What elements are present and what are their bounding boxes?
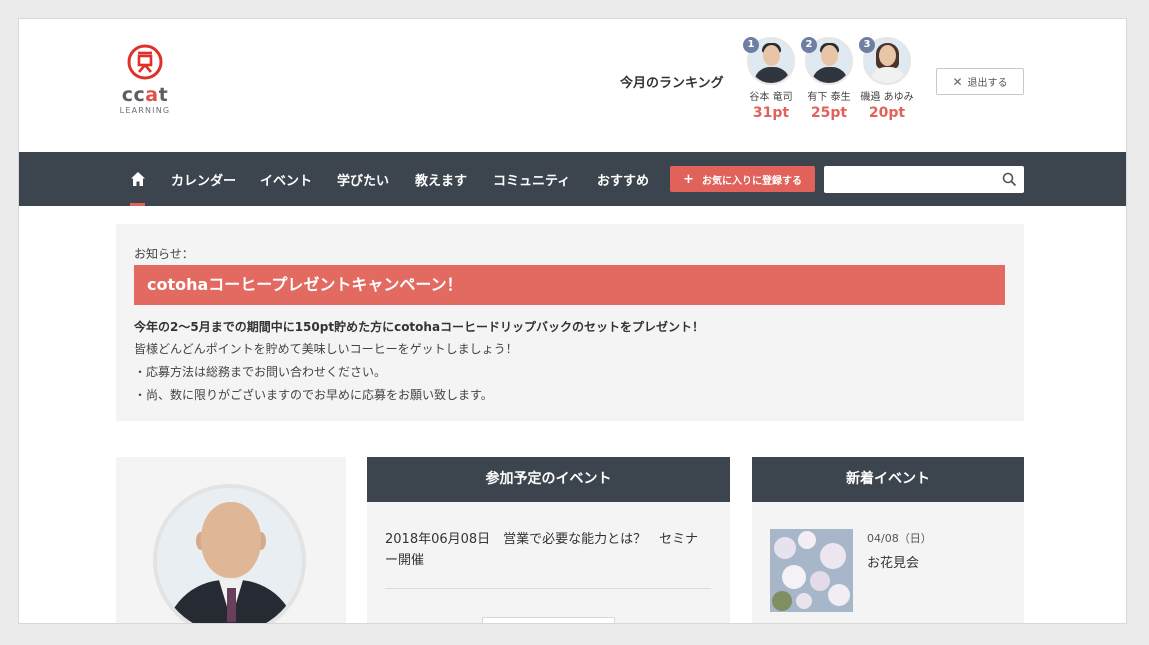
main-nav: カレンダー イベント 学びたい 教えます コミュニティ おすすめ + お気に入り… bbox=[19, 152, 1126, 206]
upcoming-events-panel: 参加予定のイベント 2018年06月08日 営業で必要な能力とは？ セミナー開催 bbox=[367, 457, 730, 623]
notice-panel: お知らせ： cotohaコーヒープレゼントキャンペーン！ 今年の2〜5月までの期… bbox=[116, 224, 1024, 421]
ranking-name: 磯邉 あゆみ bbox=[860, 92, 914, 103]
rank-badge: 1 bbox=[743, 37, 759, 53]
divider bbox=[385, 588, 711, 589]
notice-line: ・応募方法は総務までお問い合わせください。 bbox=[134, 365, 387, 379]
ranking-points: 20pt bbox=[868, 105, 906, 121]
profile-photo[interactable] bbox=[153, 484, 306, 623]
add-favorite-button[interactable]: + お気に入りに登録する bbox=[670, 166, 815, 192]
nav-item-events[interactable]: イベント bbox=[260, 170, 312, 189]
event-title[interactable]: お花見会 bbox=[867, 552, 919, 571]
upcoming-event-item[interactable]: 2018年06月08日 営業で必要な能力とは？ セミナー開催 bbox=[385, 529, 711, 571]
close-icon: ✕ bbox=[952, 74, 963, 89]
search-box bbox=[824, 166, 1024, 193]
notice-lead: 今年の2〜5月までの期間中に150pt貯めた方にcotohaコーヒードリップバッ… bbox=[134, 320, 705, 334]
notice-line: 皆様どんどんポイントを貯めて美味しいコーヒーをゲットしましょう！ bbox=[134, 342, 518, 356]
nav-item-community[interactable]: コミュニティ bbox=[493, 170, 570, 189]
upcoming-events-title: 参加予定のイベント bbox=[367, 457, 730, 502]
event-thumbnail[interactable] bbox=[770, 529, 853, 612]
logo-subtitle: LEARNING bbox=[119, 106, 171, 115]
new-events-panel: 新着イベント 04/08（日） お花見会 bbox=[752, 457, 1024, 623]
page-frame: ccat LEARNING 今月のランキング 1 谷本 竜司 31pt 2 有下… bbox=[18, 18, 1127, 624]
site-logo[interactable]: ccat LEARNING bbox=[115, 43, 175, 121]
more-button[interactable] bbox=[482, 617, 615, 623]
profile-panel bbox=[116, 457, 346, 623]
logo-mark-icon bbox=[127, 44, 163, 80]
search-icon[interactable] bbox=[1002, 172, 1017, 187]
nav-item-teach[interactable]: 教えます bbox=[415, 170, 467, 189]
event-date: 04/08（日） bbox=[867, 532, 932, 545]
nav-item-calendar[interactable]: カレンダー bbox=[171, 170, 236, 189]
ranking-title: 今月のランキング bbox=[620, 76, 724, 91]
add-favorite-label: お気に入りに登録する bbox=[701, 175, 802, 187]
logout-label: 退出する bbox=[967, 78, 1008, 89]
logo-wordmark: ccat bbox=[121, 84, 169, 106]
rank-badge: 3 bbox=[859, 37, 875, 53]
plus-icon: + bbox=[683, 171, 694, 187]
nav-item-recommended[interactable]: おすすめ bbox=[597, 170, 649, 189]
notice-banner[interactable]: cotohaコーヒープレゼントキャンペーン！ bbox=[134, 265, 1005, 305]
new-events-title: 新着イベント bbox=[752, 457, 1024, 502]
search-input[interactable] bbox=[824, 166, 994, 193]
notice-label: お知らせ： bbox=[134, 247, 194, 261]
ranking-entry-3[interactable]: 3 磯邉 あゆみ 20pt bbox=[849, 37, 925, 121]
logout-button[interactable]: ✕ 退出する bbox=[936, 68, 1024, 95]
rank-badge: 2 bbox=[801, 37, 817, 53]
nav-item-learn[interactable]: 学びたい bbox=[337, 170, 389, 189]
notice-line: ・尚、数に限りがございますのでお早めに応募をお願い致します。 bbox=[134, 388, 493, 402]
home-icon[interactable] bbox=[129, 170, 147, 188]
active-indicator bbox=[130, 203, 145, 206]
